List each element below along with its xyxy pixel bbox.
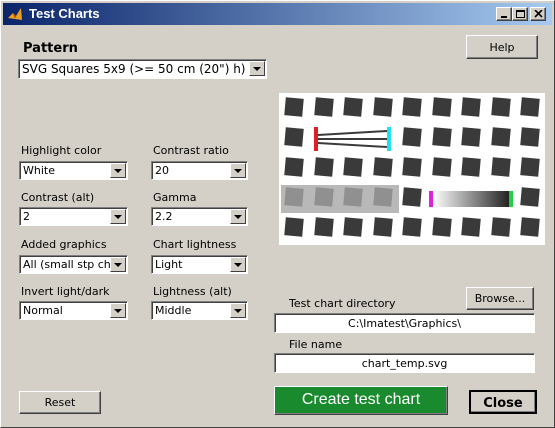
chart-square [490, 157, 511, 177]
chevron-down-icon[interactable] [110, 209, 126, 224]
gray-step-wedge [433, 191, 509, 207]
chart-square [284, 187, 304, 207]
chart-square [402, 127, 422, 147]
gamma-value: 2.2 [155, 210, 173, 223]
chart-square [490, 97, 511, 117]
window-title: Test Charts [29, 6, 100, 21]
highlight-color-select[interactable]: White [19, 161, 128, 180]
close-icon [534, 10, 543, 18]
chart-square [313, 217, 334, 237]
lightness-alt-value: Middle [155, 304, 192, 317]
contrast-ratio-value: 20 [155, 164, 169, 177]
invert-label: Invert light/dark [21, 285, 110, 298]
chevron-down-icon[interactable] [230, 163, 246, 178]
chart-square [490, 127, 511, 147]
minimize-icon [501, 16, 507, 18]
invert-value: Normal [23, 304, 63, 317]
chevron-down-icon[interactable] [110, 257, 126, 272]
contrast-ratio-select[interactable]: 20 [151, 161, 248, 180]
highlight-color-value: White [23, 164, 55, 177]
gamma-label: Gamma [153, 191, 197, 204]
chart-square [520, 187, 540, 207]
chart-square [431, 157, 452, 177]
chart-square [402, 97, 422, 117]
title-bar[interactable]: Test Charts [3, 3, 552, 25]
reset-button[interactable]: Reset [19, 391, 101, 414]
chart-square [313, 187, 334, 207]
chart-square [372, 97, 393, 117]
contrast-alt-label: Contrast (alt) [21, 191, 95, 204]
chart-square [402, 157, 422, 177]
chart-preview [279, 93, 545, 245]
maximize-icon [516, 10, 525, 18]
contrast-alt-select[interactable]: 2 [19, 207, 128, 226]
chevron-down-icon[interactable] [110, 163, 126, 178]
chart-square [284, 157, 304, 177]
directory-label: Test chart directory [289, 297, 396, 310]
line-pair-graphic [318, 129, 387, 149]
chart-square [402, 217, 422, 237]
added-graphics-label: Added graphics [21, 238, 107, 251]
chart-square [284, 127, 304, 147]
maximize-button[interactable] [512, 7, 528, 21]
directory-field[interactable]: C:\Imatest\Graphics\ [274, 313, 535, 333]
chart-square [372, 157, 393, 177]
green-marker [509, 191, 513, 207]
lightness-alt-select[interactable]: Middle [151, 301, 248, 320]
contrast-alt-value: 2 [23, 210, 30, 223]
chart-square [402, 187, 422, 207]
chart-lightness-label: Chart lightness [153, 238, 237, 251]
chart-square [461, 97, 481, 117]
chart-square [520, 157, 540, 177]
close-button[interactable]: Close [469, 390, 537, 414]
chevron-down-icon[interactable] [110, 303, 126, 318]
chart-square [431, 217, 452, 237]
browse-button[interactable]: Browse... [466, 287, 534, 310]
invert-select[interactable]: Normal [19, 301, 128, 320]
test-charts-window: Test Charts Pattern SVG Squares 5x9 (>= … [0, 0, 555, 428]
file-name-field[interactable]: chart_temp.svg [274, 353, 535, 373]
chart-square [372, 187, 393, 207]
chevron-down-icon[interactable] [249, 61, 265, 76]
pattern-label: Pattern [23, 41, 78, 56]
gamma-select[interactable]: 2.2 [151, 207, 248, 226]
chart-square [431, 97, 452, 117]
chevron-down-icon[interactable] [230, 303, 246, 318]
chart-square [520, 97, 540, 117]
chart-lightness-value: Light [155, 258, 183, 271]
highlight-color-label: Highlight color [21, 144, 102, 157]
create-test-chart-button[interactable]: Create test chart [274, 386, 448, 415]
chart-square [343, 97, 363, 117]
added-graphics-value: All (small stp ch) [23, 258, 116, 271]
minimize-button[interactable] [496, 7, 512, 21]
chart-square [343, 157, 363, 177]
chart-square [313, 157, 334, 177]
chart-square [520, 217, 540, 237]
chart-square [313, 97, 334, 117]
chart-square [461, 217, 481, 237]
added-graphics-select[interactable]: All (small stp ch) [19, 255, 128, 274]
chart-square [284, 217, 304, 237]
chart-square [461, 157, 481, 177]
lightness-alt-label: Lightness (alt) [153, 285, 232, 298]
chart-lightness-select[interactable]: Light [151, 255, 248, 274]
chart-square [431, 127, 452, 147]
cyan-marker [387, 127, 391, 151]
chevron-down-icon[interactable] [230, 209, 246, 224]
chart-square [461, 127, 481, 147]
file-name-label: File name [289, 338, 343, 351]
help-button[interactable]: Help [466, 35, 538, 59]
chart-square [520, 127, 540, 147]
chart-square [343, 187, 363, 207]
matlab-logo-icon [8, 8, 22, 20]
chart-square [490, 217, 511, 237]
chart-square [343, 217, 363, 237]
chevron-down-icon[interactable] [230, 257, 246, 272]
close-window-button[interactable] [530, 7, 546, 21]
chart-square [372, 217, 393, 237]
chart-square [284, 97, 304, 117]
pattern-select[interactable]: SVG Squares 5x9 (>= 50 cm (20") h) [18, 59, 267, 79]
contrast-ratio-label: Contrast ratio [153, 144, 229, 157]
pattern-value: SVG Squares 5x9 (>= 50 cm (20") h) [22, 62, 246, 76]
